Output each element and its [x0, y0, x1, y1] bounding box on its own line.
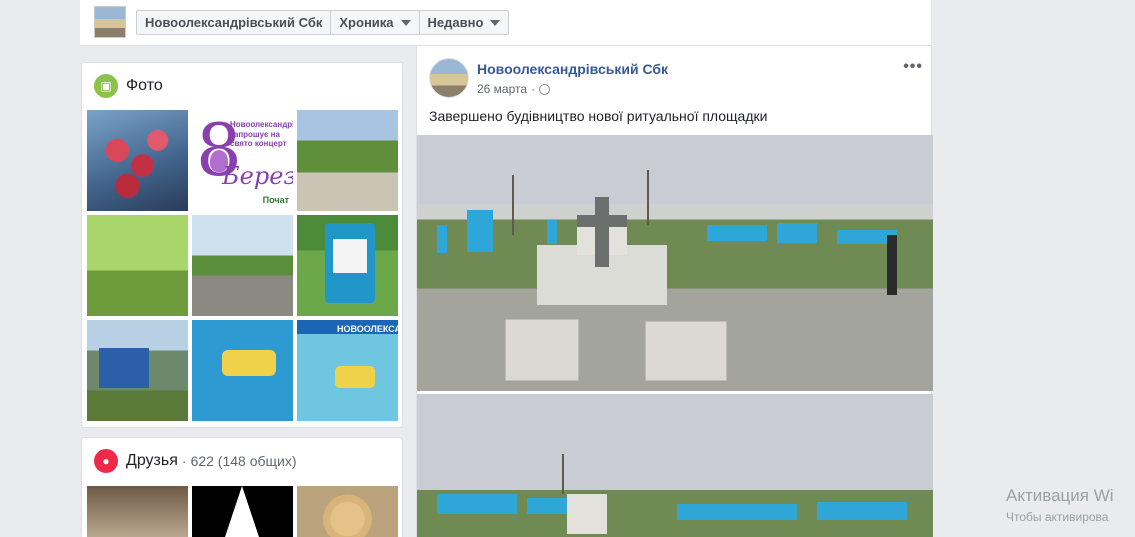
globe-icon[interactable]: [539, 83, 551, 95]
photo-thumb-street-cleaning[interactable]: [297, 110, 398, 211]
page-header-bar: Новоолександрівський Сбк Хроника Недавно: [80, 0, 931, 46]
post-card: Новоолександрівський Сбк 26 марта · ••• …: [416, 46, 933, 537]
watermark-title: Активация Wi: [1006, 486, 1114, 505]
post-photo-memorial[interactable]: [417, 135, 933, 391]
breadcrumb-timeline-label: Хроника: [339, 15, 394, 30]
photos-title[interactable]: Фото: [126, 77, 163, 95]
photo-thumb-raking[interactable]: [87, 215, 188, 316]
friends-header[interactable]: ● Друзья · 622 (148 общих): [94, 449, 297, 473]
memorial-bench: [645, 321, 727, 381]
post-photo-memorial-2[interactable]: [417, 394, 933, 537]
post-meta: 26 марта ·: [477, 82, 551, 96]
breadcrumb-page-label: Новоолександрівський Сбк: [145, 15, 323, 30]
friends-icon: ●: [94, 449, 118, 473]
meta-separator: ·: [531, 82, 536, 96]
friends-separator: ·: [181, 453, 187, 469]
ukraine-map-mural: [222, 350, 276, 376]
veil-shape: [222, 486, 262, 537]
watermark-subtitle: Чтобы активирова: [1006, 510, 1109, 524]
friend-avatar[interactable]: [87, 486, 188, 537]
memorial-cross: [595, 197, 609, 267]
photo-thumb-tractor[interactable]: [87, 320, 188, 421]
memorial-cross-bar: [577, 215, 627, 227]
photos-card: ▣ Фото 8 Новоолександрівський запрошує н…: [81, 62, 403, 428]
post-author-name[interactable]: Новоолександрівський Сбк: [477, 61, 668, 77]
breadcrumb-recent[interactable]: Недавно: [420, 11, 509, 34]
photos-grid: 8 Новоолександрівський запрошує на свято…: [87, 110, 399, 421]
photo-thumb-berries[interactable]: [87, 110, 188, 211]
breadcrumb: Новоолександрівський Сбк Хроника Недавно: [136, 10, 510, 35]
breadcrumb-timeline[interactable]: Хроника: [331, 11, 420, 34]
memorial-bench: [505, 319, 579, 381]
friends-title[interactable]: Друзья: [126, 452, 178, 470]
chevron-down-icon: [490, 19, 501, 26]
photo-icon: ▣: [94, 74, 118, 98]
chevron-down-icon: [400, 19, 411, 26]
friends-grid: [87, 486, 399, 537]
poster-title: Берез: [222, 162, 293, 190]
poster-text: Новоолександрівський запрошує на свято к…: [230, 120, 293, 149]
post-text: Завершено будівництво нової ритуальної п…: [429, 108, 768, 124]
breadcrumb-page[interactable]: Новоолександрівський Сбк: [137, 11, 332, 34]
photo-thumb-trash-bin[interactable]: [297, 215, 398, 316]
photos-header[interactable]: ▣ Фото: [94, 74, 163, 98]
ukraine-map-mural: [335, 366, 375, 388]
friends-count: 622 (148 общих): [190, 453, 297, 469]
post-date[interactable]: 26 марта: [477, 82, 527, 96]
photo-thumb-bus-stop-painting[interactable]: [192, 320, 293, 421]
tractor: [99, 348, 149, 388]
breadcrumb-recent-label: Недавно: [427, 15, 484, 30]
windows-activation-watermark: Активация Wi Чтобы активирова: [1006, 486, 1114, 524]
memorial-step: [567, 494, 607, 534]
friend-avatar[interactable]: [192, 486, 293, 537]
friend-avatar[interactable]: [297, 486, 398, 537]
photo-thumb-march8-poster[interactable]: 8 Новоолександрівський запрошує на свято…: [192, 110, 293, 211]
bus-stop-sign: НОВООЛЕКСАНДРІВ: [337, 324, 398, 334]
post-author-avatar[interactable]: [429, 58, 469, 98]
photo-thumb-bus-stop[interactable]: НОВООЛЕКСАНДРІВ: [297, 320, 398, 421]
poster-footer: Почат: [262, 195, 289, 205]
bin-notice: [333, 239, 367, 273]
friends-card: ● Друзья · 622 (148 общих): [81, 437, 403, 537]
photo-thumb-road-tractor[interactable]: [192, 215, 293, 316]
more-options-icon[interactable]: •••: [903, 58, 923, 76]
page-avatar[interactable]: [94, 6, 126, 38]
